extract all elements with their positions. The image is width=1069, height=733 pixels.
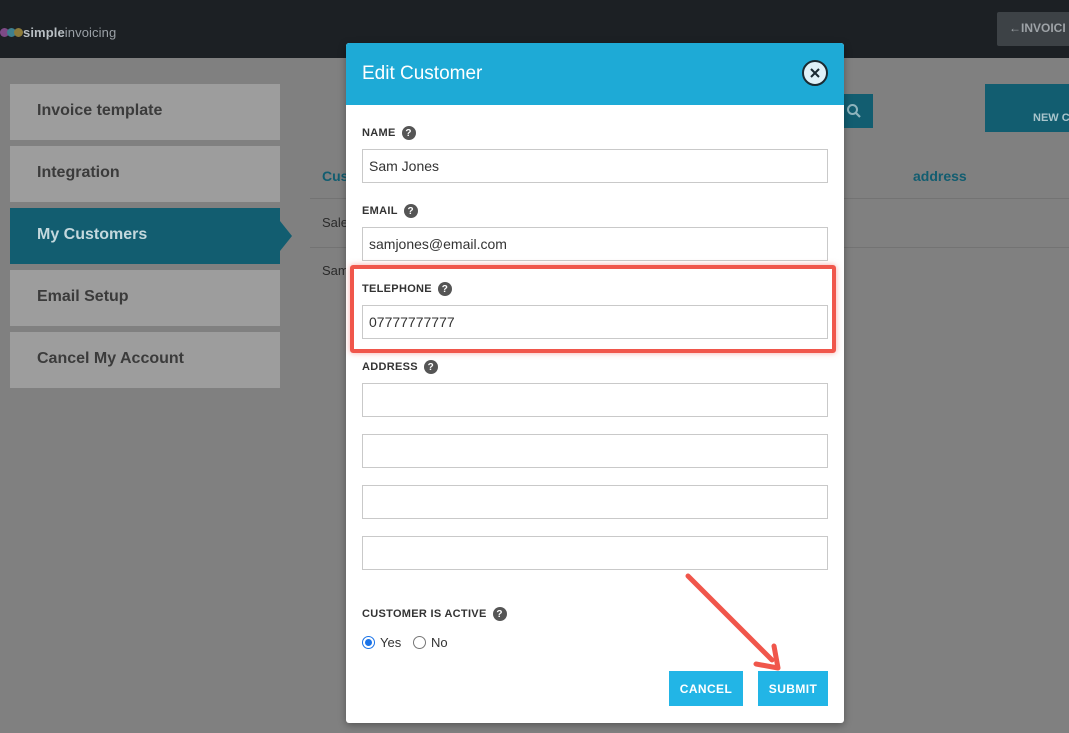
submit-button[interactable]: SUBMIT [758,671,828,706]
name-label: NAME ? [362,126,416,140]
new-customer-button[interactable]: NEW C [985,84,1069,132]
telephone-input[interactable] [362,305,828,339]
logo-mark-icon [0,27,23,37]
help-icon[interactable]: ? [437,282,452,296]
active-no-option[interactable]: No [413,635,448,650]
sidebar-item-invoice-template[interactable]: Invoice template [10,84,280,140]
email-input[interactable] [362,227,828,261]
customer-active-label: CUSTOMER IS ACTIVE ? [362,607,507,621]
active-yes-option[interactable]: Yes [362,635,401,650]
close-icon [810,68,820,78]
telephone-label: TELEPHONE ? [362,282,452,296]
email-label: EMAIL ? [362,204,418,218]
sidebar-item-my-customers[interactable]: My Customers [10,208,280,264]
help-icon[interactable]: ? [401,126,416,140]
address-line-3-input[interactable] [362,485,828,519]
arrow-left-icon: ← [1009,21,1021,35]
cancel-button[interactable]: CANCEL [669,671,743,706]
edit-customer-modal: Edit Customer NAME ? EMAIL ? TELEPHONE ?… [346,43,844,723]
help-icon[interactable]: ? [492,607,507,621]
search-icon [847,104,861,118]
close-button[interactable] [802,60,828,86]
address-label: ADDRESS ? [362,360,438,374]
name-input[interactable] [362,149,828,183]
address-line-4-input[interactable] [362,536,828,570]
sidebar-item-email-setup[interactable]: Email Setup [10,270,280,326]
table-row[interactable]: Sam [322,263,349,278]
active-yes-radio[interactable] [362,636,375,649]
back-to-invoices-button[interactable]: ←INVOICI [997,12,1069,46]
help-icon[interactable]: ? [403,204,418,218]
address-line-1-input[interactable] [362,383,828,417]
active-no-radio[interactable] [413,636,426,649]
help-icon[interactable]: ? [423,360,438,374]
table-row[interactable]: Sale [322,215,348,230]
sidebar-item-integration[interactable]: Integration [10,146,280,202]
logo-text-bold: simple [23,24,65,40]
column-header-customer[interactable]: Cus [322,168,348,184]
modal-header: Edit Customer [346,43,844,105]
address-line-2-input[interactable] [362,434,828,468]
active-indicator [280,221,292,251]
app-logo[interactable]: simpleinvoicing [0,21,116,43]
column-header-address[interactable]: address [913,168,967,184]
sidebar-item-cancel-account[interactable]: Cancel My Account [10,332,280,388]
modal-title: Edit Customer [362,63,483,84]
logo-text: invoicing [64,24,117,40]
